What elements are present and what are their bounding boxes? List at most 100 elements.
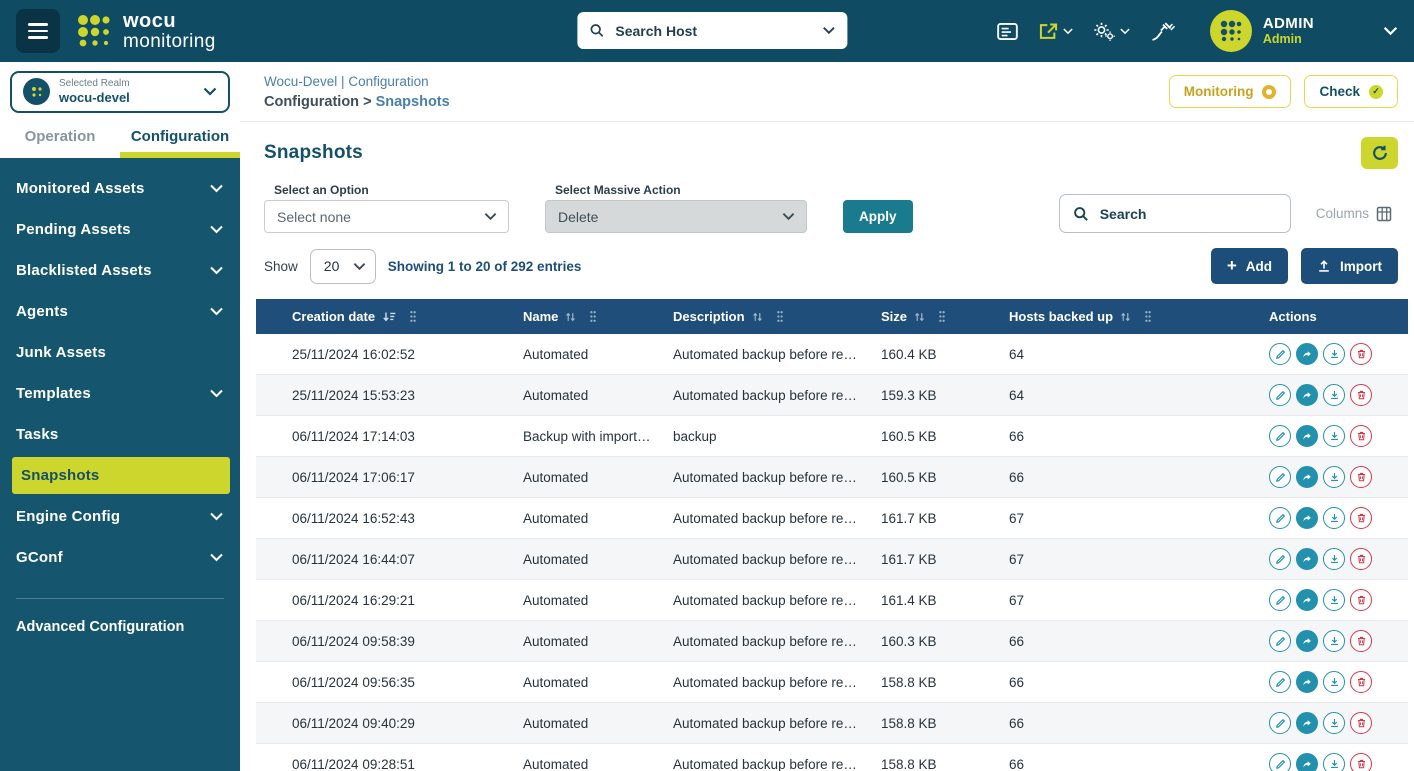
column-label: Actions [1269,309,1317,324]
cell-name: Automated [511,539,661,580]
sidebar-item-pending-assets[interactable]: Pending Assets [0,209,240,250]
delete-snapshot-button[interactable] [1350,466,1372,488]
sidebar-item-engine-config[interactable]: Engine Config [0,496,240,537]
restore-snapshot-button[interactable] [1296,630,1318,652]
column-header-size[interactable]: Size [869,299,997,334]
column-header-creation-date[interactable]: Creation date [256,299,511,334]
column-header-actions: Actions [1257,299,1408,334]
delete-snapshot-button[interactable] [1350,548,1372,570]
edit-snapshot-button[interactable] [1269,384,1291,406]
download-snapshot-button[interactable] [1323,384,1345,406]
sidebar-item-gconf[interactable]: GConf [0,537,240,578]
breadcrumb-realm-link[interactable]: Wocu-Devel [264,74,337,89]
edit-snapshot-button[interactable] [1269,630,1291,652]
check-status-button[interactable]: Check ✓ [1304,75,1398,108]
download-snapshot-button[interactable] [1323,548,1345,570]
delete-snapshot-button[interactable] [1350,671,1372,693]
download-snapshot-button[interactable] [1323,589,1345,611]
drag-handle-icon[interactable] [409,310,417,323]
check-status-icon: ✓ [1369,85,1383,99]
restore-snapshot-button[interactable] [1296,712,1318,734]
import-button[interactable]: Import [1301,248,1398,284]
restore-snapshot-button[interactable] [1296,466,1318,488]
realm-selector[interactable]: Selected Realm wocu-devel [10,71,230,113]
table-search-input[interactable] [1098,205,1277,223]
delete-snapshot-button[interactable] [1350,507,1372,529]
sidebar-item-blacklisted-assets[interactable]: Blacklisted Assets [0,250,240,291]
page-size-select[interactable]: 20 [310,249,376,284]
sidebar-item-monitored-assets[interactable]: Monitored Assets [0,168,240,209]
edit-snapshot-button[interactable] [1269,712,1291,734]
sidebar-item-advanced-configuration[interactable]: Advanced Configuration [0,615,240,651]
delete-snapshot-button[interactable] [1350,589,1372,611]
cell-name: Automated [511,375,661,416]
delete-snapshot-button[interactable] [1350,343,1372,365]
download-snapshot-button[interactable] [1323,507,1345,529]
restore-snapshot-button[interactable] [1296,343,1318,365]
refresh-button[interactable] [1361,137,1398,169]
reports-icon[interactable] [997,22,1018,41]
edit-snapshot-button[interactable] [1269,466,1291,488]
drag-handle-icon[interactable] [589,310,597,323]
restore-snapshot-button[interactable] [1296,425,1318,447]
delete-snapshot-button[interactable] [1350,753,1372,771]
column-header-description[interactable]: Description [661,299,869,334]
delete-snapshot-button[interactable] [1350,712,1372,734]
delete-snapshot-button[interactable] [1350,630,1372,652]
menu-icon[interactable] [16,9,60,53]
admin-menu[interactable]: ADMIN Admin [1210,10,1398,52]
restore-snapshot-button[interactable] [1296,753,1318,771]
export-menu-icon[interactable] [1038,22,1073,41]
sidebar-item-agents[interactable]: Agents [0,291,240,332]
apply-button[interactable]: Apply [843,200,913,233]
sidebar-item-snapshots[interactable]: Snapshots [12,457,230,494]
drag-handle-icon[interactable] [776,310,784,323]
columns-button[interactable]: Columns [1310,205,1398,223]
drag-handle-icon[interactable] [1144,310,1152,323]
sidebar-item-junk-assets[interactable]: Junk Assets [0,332,240,373]
breadcrumb-section-link[interactable]: Configuration [348,74,428,89]
delete-snapshot-button[interactable] [1350,425,1372,447]
tab-operation[interactable]: Operation [0,117,120,158]
option-select[interactable]: Select none [264,200,509,233]
download-snapshot-button[interactable] [1323,712,1345,734]
restore-snapshot-button[interactable] [1296,548,1318,570]
delete-snapshot-button[interactable] [1350,384,1372,406]
column-header-name[interactable]: Name [511,299,661,334]
search-host-input[interactable] [613,22,813,40]
edit-snapshot-button[interactable] [1269,671,1291,693]
column-label: Hosts backed up [1009,309,1113,324]
download-snapshot-button[interactable] [1323,466,1345,488]
edit-snapshot-button[interactable] [1269,548,1291,570]
showing-entries-text: Showing 1 to 20 of 292 entries [388,259,582,274]
edit-snapshot-button[interactable] [1269,507,1291,529]
add-button[interactable]: + Add [1211,248,1288,284]
column-header-hosts-backed-up[interactable]: Hosts backed up [997,299,1257,334]
edit-snapshot-button[interactable] [1269,425,1291,447]
download-snapshot-button[interactable] [1323,343,1345,365]
restore-snapshot-button[interactable] [1296,507,1318,529]
sidebar-item-tasks[interactable]: Tasks [0,414,240,455]
restore-snapshot-button[interactable] [1296,589,1318,611]
edit-snapshot-button[interactable] [1269,753,1291,771]
restore-snapshot-button[interactable] [1296,384,1318,406]
wocu-logo[interactable]: wocu monitoring [74,11,216,52]
monitoring-status-button[interactable]: Monitoring [1169,75,1292,108]
connector-icon[interactable] [1150,21,1176,42]
massive-action-select[interactable]: Delete [545,200,807,233]
tab-configuration[interactable]: Configuration [120,117,240,158]
sidebar-item-templates[interactable]: Templates [0,373,240,414]
search-host-combobox[interactable] [577,12,847,49]
download-snapshot-button[interactable] [1323,753,1345,771]
edit-snapshot-button[interactable] [1269,343,1291,365]
services-gears-icon[interactable] [1093,21,1130,42]
breadcrumb-path-page[interactable]: Snapshots [376,94,450,110]
edit-snapshot-button[interactable] [1269,589,1291,611]
restore-snapshot-button[interactable] [1296,671,1318,693]
download-snapshot-button[interactable] [1323,671,1345,693]
download-snapshot-button[interactable] [1323,425,1345,447]
drag-handle-icon[interactable] [938,310,946,323]
download-snapshot-button[interactable] [1323,630,1345,652]
pencil-icon [1275,554,1286,565]
table-search-box[interactable] [1059,194,1291,233]
